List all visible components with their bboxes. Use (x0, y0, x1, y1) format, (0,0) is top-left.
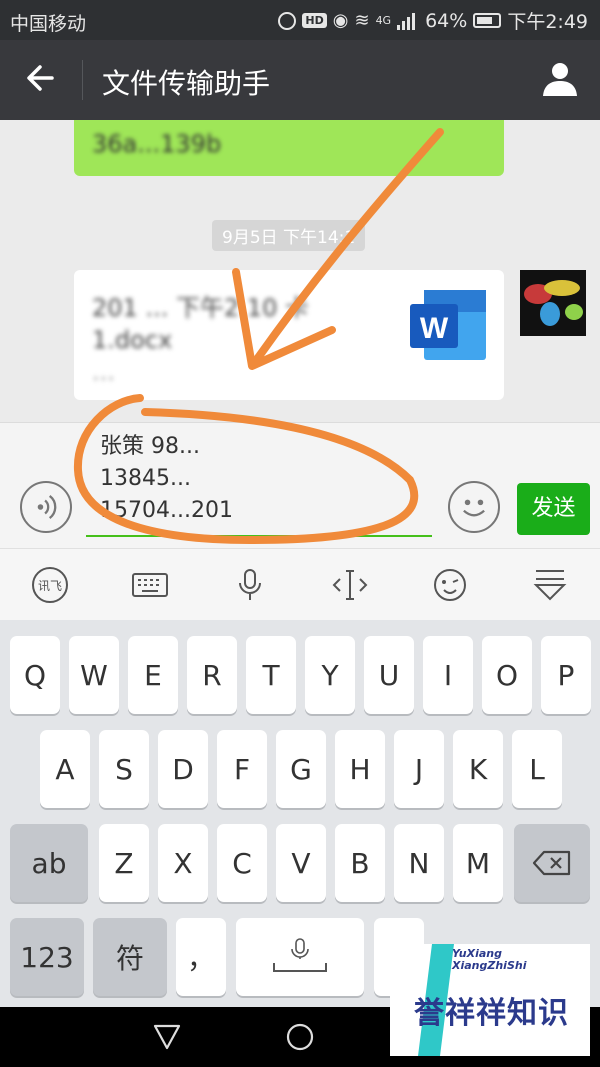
back-triangle-icon[interactable] (152, 1023, 182, 1051)
key-j[interactable]: J (394, 730, 444, 808)
space-mic-icon (273, 938, 327, 972)
numbers-key[interactable]: 123 (10, 918, 84, 996)
key-r[interactable]: R (187, 636, 237, 714)
key-u[interactable]: U (364, 636, 414, 714)
watermark-title: 誉祥祥知识 (414, 996, 569, 1031)
header-divider (82, 60, 83, 100)
cursor-move-icon[interactable] (330, 567, 370, 603)
ime-toolbar: 讯飞 (0, 548, 600, 622)
carrier-label: 中国移动 (10, 13, 87, 35)
key-b[interactable]: B (335, 824, 385, 902)
symbols-key[interactable]: 符 (93, 918, 167, 996)
key-c[interactable]: C (217, 824, 267, 902)
watermark-logo: YuXiang XiangZhiShi 誉祥祥知识 (390, 944, 590, 1056)
key-a[interactable]: A (40, 730, 90, 808)
hd-icon: HD (302, 13, 327, 28)
clock: 下午2:49 (507, 11, 588, 33)
word-document-icon: W (410, 290, 486, 360)
shift-ab-key[interactable]: ab (10, 824, 88, 902)
page-title: 文件传输助手 (102, 67, 271, 100)
battery-icon (473, 13, 502, 28)
key-o[interactable]: O (482, 636, 532, 714)
chat-header: 文件传输助手 (0, 40, 600, 120)
key-y[interactable]: Y (305, 636, 355, 714)
eye-icon: ◉ (332, 10, 349, 31)
key-l[interactable]: L (512, 730, 562, 808)
space-key[interactable] (236, 918, 364, 996)
key-n[interactable]: N (394, 824, 444, 902)
voice-input-icon[interactable] (20, 481, 72, 533)
battery-percent: 64% (425, 9, 468, 32)
file-message-card[interactable]: 201 ... 下午2 10 卡 1.docx ... W (74, 270, 504, 400)
hide-keyboard-icon[interactable] (530, 567, 570, 603)
person-icon[interactable] (540, 58, 580, 98)
key-v[interactable]: V (276, 824, 326, 902)
message-input-bar: 张策 98... 13845... 15704...201 发送 (0, 422, 600, 549)
key-q[interactable]: Q (10, 636, 60, 714)
key-k[interactable]: K (453, 730, 503, 808)
key-d[interactable]: D (158, 730, 208, 808)
message-input[interactable]: 张策 98... 13845... 15704...201 (100, 431, 420, 527)
key-w[interactable]: W (69, 636, 119, 714)
key-t[interactable]: T (246, 636, 296, 714)
input-underline (86, 535, 432, 537)
alarm-icon (278, 11, 297, 30)
key-z[interactable]: Z (99, 824, 149, 902)
wifi-icon: ≋ (354, 10, 370, 31)
message-text: 36a...139b (92, 130, 222, 158)
emoji-icon[interactable] (448, 481, 500, 533)
key-m[interactable]: M (453, 824, 503, 902)
comma-key[interactable]: ， (176, 918, 226, 996)
key-e[interactable]: E (128, 636, 178, 714)
backspace-icon (532, 850, 571, 876)
backspace-key[interactable] (514, 824, 590, 902)
key-i[interactable]: I (423, 636, 473, 714)
key-s[interactable]: S (99, 730, 149, 808)
key-h[interactable]: H (335, 730, 385, 808)
svg-text:W: W (420, 312, 449, 345)
network-label: 4G (375, 14, 392, 27)
signal-icon (397, 12, 419, 30)
key-p[interactable]: P (541, 636, 591, 714)
keyboard-icon[interactable] (130, 567, 170, 603)
world-map-avatar-icon (520, 270, 586, 336)
emoticon-icon[interactable] (430, 567, 470, 603)
send-button[interactable]: 发送 (517, 483, 590, 535)
status-bar: 中国移动 HD ◉ ≋ 4G 64% 下午2:49 (0, 0, 600, 40)
chat-area[interactable]: 36a...139b 9月5日 下午14:1 201 ... 下午2 10 卡 … (0, 120, 600, 422)
sent-message-bubble[interactable]: 36a...139b (74, 120, 504, 176)
key-f[interactable]: F (217, 730, 267, 808)
watermark-small-text: YuXiang XiangZhiShi (452, 947, 527, 972)
status-icons: HD ◉ ≋ 4G 64% 下午2:49 (278, 7, 588, 34)
back-arrow-icon[interactable] (22, 58, 62, 98)
avatar[interactable] (520, 270, 586, 336)
key-g[interactable]: G (276, 730, 326, 808)
message-timestamp: 9月5日 下午14:1 (212, 220, 366, 251)
key-x[interactable]: X (158, 824, 208, 902)
microphone-icon[interactable] (230, 567, 270, 603)
home-circle-icon[interactable] (285, 1022, 315, 1052)
xunfei-logo-icon[interactable]: 讯飞 (30, 567, 70, 603)
file-name: 201 ... 下午2 10 卡 1.docx ... (92, 294, 310, 386)
